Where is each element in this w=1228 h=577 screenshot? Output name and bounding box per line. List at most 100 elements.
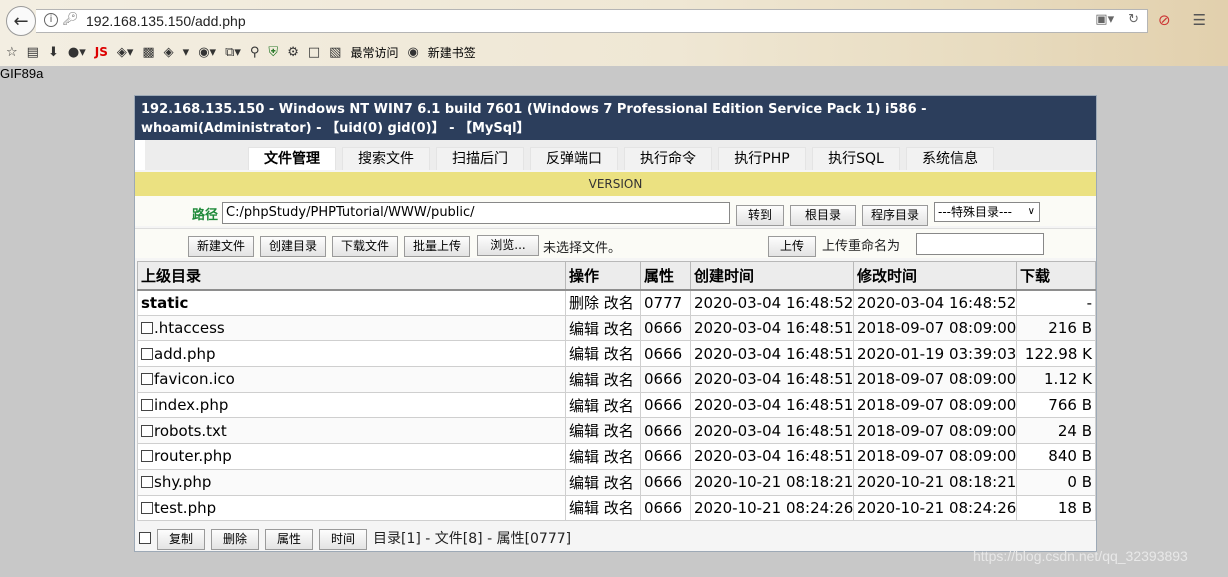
created-time[interactable]: 2020-03-04 16:48:51: [690, 366, 854, 393]
ip-icon[interactable]: □: [308, 45, 320, 60]
file-name[interactable]: robots.txt: [154, 422, 227, 440]
file-operations[interactable]: 编辑 改名: [565, 494, 641, 522]
file-name[interactable]: .htaccess: [154, 319, 225, 337]
modified-time[interactable]: 2020-10-21 08:18:21: [853, 468, 1017, 496]
file-name-cell[interactable]: static: [137, 289, 566, 316]
create-dir-button[interactable]: 创建目录: [260, 236, 326, 257]
eye-icon[interactable]: ◉▾: [198, 45, 216, 60]
palette-icon[interactable]: ◈: [164, 45, 174, 60]
file-size[interactable]: 1.12 K: [1016, 366, 1096, 393]
shield-icon[interactable]: ⛨: [268, 45, 278, 60]
download-file-button[interactable]: 下载文件: [332, 236, 398, 257]
file-checkbox[interactable]: [141, 424, 153, 437]
dropdown-icon[interactable]: ▾: [183, 45, 190, 60]
tab-exec-command[interactable]: 执行命令: [624, 147, 712, 170]
path-input[interactable]: C:/phpStudy/PHPTutorial/WWW/public/: [222, 202, 730, 224]
tab-exec-sql[interactable]: 执行SQL: [812, 147, 900, 170]
file-operations[interactable]: 编辑 改名: [565, 314, 641, 342]
image-icon[interactable]: ▩: [142, 45, 154, 60]
modified-time[interactable]: 2020-03-04 16:48:52: [853, 289, 1017, 316]
modified-time[interactable]: 2018-09-07 08:09:00: [853, 314, 1017, 342]
delete-button[interactable]: 删除: [211, 529, 259, 550]
file-name[interactable]: shy.php: [154, 473, 211, 491]
modified-time[interactable]: 2020-01-19 03:39:03: [853, 340, 1017, 368]
file-name[interactable]: add.php: [154, 345, 216, 363]
file-size[interactable]: 122.98 K: [1016, 340, 1096, 368]
created-time[interactable]: 2020-03-04 16:48:51: [690, 391, 854, 419]
new-file-button[interactable]: 新建文件: [188, 236, 254, 257]
created-time[interactable]: 2020-03-04 16:48:51: [690, 443, 854, 470]
file-size[interactable]: 0 B: [1016, 468, 1096, 496]
file-operations[interactable]: 编辑 改名: [565, 391, 641, 419]
file-attributes[interactable]: 0666: [640, 340, 691, 368]
star-icon[interactable]: ☆: [6, 45, 18, 60]
file-checkbox[interactable]: [141, 399, 153, 412]
file-name[interactable]: static: [141, 294, 188, 312]
addon-icon[interactable]: ◈▾: [117, 45, 134, 60]
copy-button[interactable]: 复制: [157, 529, 205, 550]
file-operations[interactable]: 删除 改名: [565, 289, 641, 316]
file-operations[interactable]: 编辑 改名: [565, 417, 641, 445]
file-name[interactable]: favicon.ico: [154, 370, 235, 388]
file-name[interactable]: router.php: [154, 447, 232, 465]
tab-reverse-port[interactable]: 反弹端口: [530, 147, 618, 170]
program-dir-button[interactable]: 程序目录: [862, 205, 928, 226]
tab-system-info[interactable]: 系统信息: [906, 147, 994, 170]
special-dir-select[interactable]: ---特殊目录--- ∨: [934, 202, 1040, 222]
batch-upload-button[interactable]: 批量上传: [404, 236, 470, 257]
file-checkbox[interactable]: [141, 501, 153, 514]
created-time[interactable]: 2020-03-04 16:48:52: [690, 289, 854, 316]
file-attributes[interactable]: 0666: [640, 391, 691, 419]
file-name-cell[interactable]: robots.txt: [137, 417, 566, 445]
root-dir-button[interactable]: 根目录: [790, 205, 856, 226]
browse-button[interactable]: 浏览...: [477, 235, 539, 256]
col-parent-dir[interactable]: 上级目录: [137, 261, 566, 291]
created-time[interactable]: 2020-03-04 16:48:51: [690, 417, 854, 445]
file-attributes[interactable]: 0666: [640, 417, 691, 445]
modified-time[interactable]: 2018-09-07 08:09:00: [853, 443, 1017, 470]
bookmark-new[interactable]: 新建书签: [428, 44, 476, 61]
rename-input[interactable]: [916, 233, 1044, 255]
file-size[interactable]: 766 B: [1016, 391, 1096, 419]
file-name-cell[interactable]: favicon.ico: [137, 366, 566, 393]
address-bar[interactable]: i 🔑︎ 192.168.135.150/add.php ▣▾ ↻: [36, 9, 1148, 33]
file-attributes[interactable]: 0777: [640, 289, 691, 316]
modified-time[interactable]: 2020-10-21 08:24:26: [853, 494, 1017, 522]
download-icon[interactable]: ⬇: [48, 45, 59, 60]
back-arrow-icon[interactable]: ←: [6, 6, 36, 36]
copy-icon[interactable]: ⧉▾: [225, 45, 241, 60]
file-checkbox[interactable]: [141, 322, 153, 335]
file-name[interactable]: test.php: [154, 499, 216, 517]
file-size[interactable]: 18 B: [1016, 494, 1096, 522]
created-time[interactable]: 2020-03-04 16:48:51: [690, 340, 854, 368]
globe-icon[interactable]: ●▾: [68, 45, 86, 60]
file-name-cell[interactable]: router.php: [137, 443, 566, 470]
file-name-cell[interactable]: add.php: [137, 340, 566, 368]
file-operations[interactable]: 编辑 改名: [565, 340, 641, 368]
file-checkbox[interactable]: [141, 450, 153, 463]
info-icon[interactable]: i: [44, 13, 58, 27]
tab-file-manager[interactable]: 文件管理: [248, 147, 336, 170]
file-checkbox[interactable]: [141, 373, 153, 386]
file-checkbox[interactable]: [141, 476, 153, 489]
tab-scan-backdoor[interactable]: 扫描后门: [436, 147, 524, 170]
file-attributes[interactable]: 0666: [640, 314, 691, 342]
file-attributes[interactable]: 0666: [640, 494, 691, 522]
file-operations[interactable]: 编辑 改名: [565, 366, 641, 393]
tab-exec-php[interactable]: 执行PHP: [718, 147, 806, 170]
time-button[interactable]: 时间: [319, 529, 367, 550]
modified-time[interactable]: 2018-09-07 08:09:00: [853, 366, 1017, 393]
created-time[interactable]: 2020-03-04 16:48:51: [690, 314, 854, 342]
file-attributes[interactable]: 0666: [640, 443, 691, 470]
monitor-icon[interactable]: ▣▾: [1095, 12, 1114, 27]
file-size[interactable]: 840 B: [1016, 443, 1096, 470]
tab-search-files[interactable]: 搜索文件: [342, 147, 430, 170]
file-size[interactable]: 24 B: [1016, 417, 1096, 445]
file-checkbox[interactable]: [141, 347, 153, 360]
menu-icon[interactable]: ☰: [1193, 11, 1206, 29]
clipboard-icon[interactable]: ▤: [27, 45, 39, 60]
file-attributes[interactable]: 0666: [640, 468, 691, 496]
created-time[interactable]: 2020-10-21 08:24:26: [690, 494, 854, 522]
reload-icon[interactable]: ↻: [1128, 12, 1139, 27]
upload-button[interactable]: 上传: [768, 236, 816, 257]
